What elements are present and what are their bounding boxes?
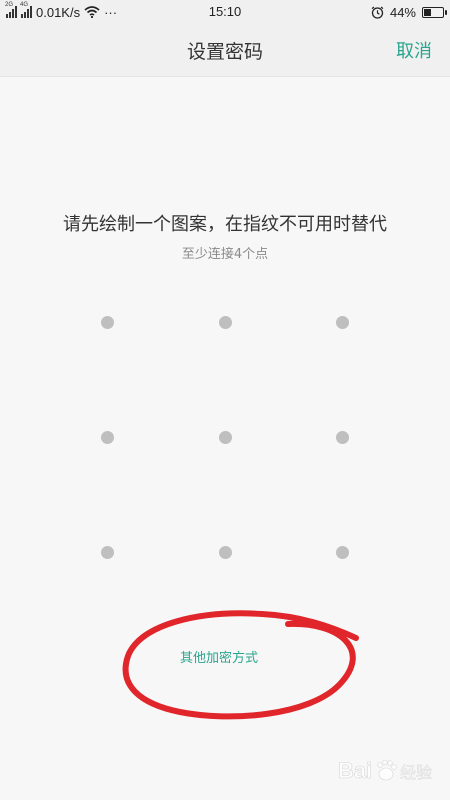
pattern-dot-5[interactable]: [218, 430, 232, 444]
cancel-button[interactable]: 取消: [396, 37, 432, 63]
other-encryption-methods-link[interactable]: 其他加密方式: [180, 647, 258, 666]
baidu-watermark-logo: Bai 经验: [338, 758, 432, 784]
status-bar: 2G 4G 0.01K/s ··· 15:10 44%: [0, 0, 450, 24]
pattern-dot-3[interactable]: [335, 315, 349, 329]
page-title: 设置密码: [186, 41, 263, 63]
pattern-dot-9[interactable]: [335, 545, 349, 559]
battery-percent: 44%: [389, 4, 416, 20]
alarm-icon: [371, 6, 384, 19]
svg-text:Bai: Bai: [338, 758, 372, 783]
pattern-dot-6[interactable]: [335, 430, 349, 444]
prompt-hint: 至少连接4个点: [181, 247, 269, 262]
status-right: 44%: [371, 3, 447, 21]
annotation-circle: [122, 610, 359, 720]
battery-fill: [424, 8, 431, 16]
pattern-dot-4[interactable]: [100, 430, 114, 444]
pattern-dot-8[interactable]: [218, 545, 232, 559]
pattern-dot-1[interactable]: [100, 315, 114, 329]
screen: 2G 4G 0.01K/s ··· 15:10 44% 设置密码 取消 请先绘制…: [0, 0, 450, 800]
battery-icon: [422, 6, 447, 18]
pattern-dot-2[interactable]: [218, 315, 232, 329]
title-bar: 设置密码 取消: [0, 24, 450, 77]
pattern-dot-7[interactable]: [100, 545, 114, 559]
prompt-title: 请先绘制一个图案，在指纹不可用时替代: [63, 214, 387, 235]
svg-text:经验: 经验: [400, 763, 432, 782]
